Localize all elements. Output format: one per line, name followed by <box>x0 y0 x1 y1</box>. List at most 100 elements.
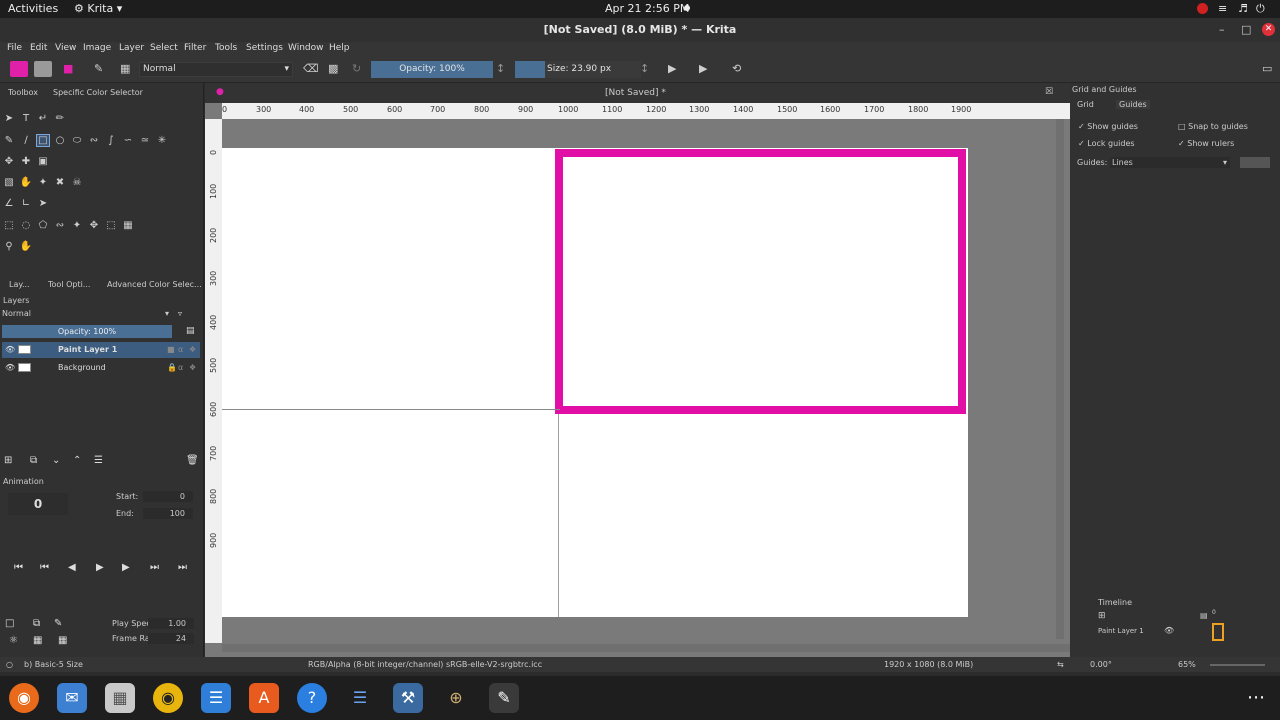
firefox-icon[interactable]: ◉ <box>9 683 39 713</box>
zoom-tool-icon[interactable]: ⚲ <box>2 241 16 252</box>
document-tab-title[interactable]: [Not Saved] * <box>605 88 666 98</box>
current-frame-marker[interactable] <box>1212 623 1224 641</box>
ellipse-select-tool-icon[interactable]: ◌ <box>19 220 33 231</box>
contiguous-select-tool-icon[interactable]: ✦ <box>70 220 84 231</box>
alpha-icon[interactable]: α <box>178 345 183 354</box>
crop-tool-icon[interactable]: ▣ <box>36 156 50 167</box>
polygon-tool-icon[interactable]: ⬭ <box>70 135 84 146</box>
similar-select-tool-icon[interactable]: ✥ <box>87 220 101 231</box>
layer-blend-select[interactable]: Normal ▾ <box>2 309 172 320</box>
multibrush-tool-icon[interactable]: ✳ <box>155 135 169 146</box>
lock-guides-checkbox[interactable]: ✓ Lock guides <box>1078 139 1135 148</box>
current-brush[interactable]: b) Basic-5 Size <box>24 660 83 669</box>
freehand-brush-tool-icon[interactable]: ✎ <box>2 135 16 146</box>
brush-preset-icon[interactable]: ✎ <box>94 62 103 75</box>
color-space[interactable]: RGB/Alpha (8-bit integer/channel) sRGB-e… <box>308 660 542 669</box>
lock-icon[interactable]: 🔒 <box>167 363 177 372</box>
previous-frame-icon[interactable]: ◀ <box>68 562 76 573</box>
show-rulers-checkbox[interactable]: ✓ Show rulers <box>1178 139 1234 148</box>
assistant-tool-icon[interactable]: ∠ <box>2 198 16 209</box>
line-tool-icon[interactable]: ∕ <box>19 135 33 146</box>
record-indicator-icon[interactable] <box>1197 3 1208 14</box>
app-menu[interactable]: ⚙ Krita ▾ <box>74 2 122 15</box>
tab-specific-color-selector[interactable]: Specific Color Selector <box>53 88 143 97</box>
writer-icon[interactable]: ☰ <box>201 683 231 713</box>
rotation-value[interactable]: 0.00° <box>1090 660 1112 669</box>
add-keyframe-icon[interactable]: □ <box>5 618 14 629</box>
timeline-visibility-icon[interactable]: 👁 <box>1164 626 1174 635</box>
clock[interactable]: Apr 21 2:56 PM <box>605 2 689 15</box>
play-icon[interactable]: ▶ <box>96 562 104 573</box>
auto-keyframe-icon[interactable]: ▦ <box>33 635 42 646</box>
polyline-tool-icon[interactable]: ∾ <box>87 135 101 146</box>
calligraphy-tool-icon[interactable]: ✏ <box>53 113 67 124</box>
vertical-guide-line[interactable] <box>558 414 559 617</box>
menu-image[interactable]: Image <box>83 43 111 53</box>
layer-properties-icon[interactable]: ▤ <box>186 326 195 336</box>
magenta-rectangle-shape[interactable] <box>555 149 966 414</box>
menu-file[interactable]: File <box>7 43 22 53</box>
kdenlive-icon[interactable]: ☰ <box>345 683 375 713</box>
layer-opacity-slider[interactable]: Opacity: 100% <box>2 325 172 338</box>
rhythmbox-icon[interactable]: ◉ <box>153 683 183 713</box>
horizontal-scrollbar[interactable] <box>222 644 1070 652</box>
reference-images-tool-icon[interactable]: ➤ <box>36 198 50 209</box>
menu-filter[interactable]: Filter <box>184 43 206 53</box>
move-layer-up-icon[interactable]: ⌃ <box>73 455 81 466</box>
colorize-mask-tool-icon[interactable]: ✦ <box>36 177 50 188</box>
add-layer-icon[interactable]: ⊞ <box>4 455 12 466</box>
tab-layers[interactable]: Lay... <box>9 280 30 289</box>
freehand-path-tool-icon[interactable]: ∽ <box>121 135 135 146</box>
close-document-icon[interactable]: ☒ <box>1045 87 1053 97</box>
start-field[interactable]: 0 <box>143 491 193 502</box>
add-timeline-layer-icon[interactable]: ⊞ <box>1098 611 1106 621</box>
mirror-horizontal-icon[interactable]: ▶ <box>668 62 676 75</box>
maximize-button[interactable]: □ <box>1241 23 1251 36</box>
play-speed-field[interactable]: 1.00 <box>148 618 194 629</box>
last-frame-icon[interactable]: ⏭ <box>178 562 187 573</box>
menu-layer[interactable]: Layer <box>119 43 144 53</box>
copy-keyframe-icon[interactable]: ⧉ <box>33 618 40 629</box>
pan-tool-icon[interactable]: ✋ <box>19 241 33 252</box>
transform-tool-icon[interactable]: ✥ <box>2 156 16 167</box>
inherit-alpha-icon[interactable]: ❖ <box>189 363 196 372</box>
next-frame-icon[interactable]: ▶ <box>122 562 130 573</box>
show-guides-checkbox[interactable]: ✓ Show guides <box>1078 122 1138 131</box>
layer-menu-icon[interactable]: ☰ <box>94 455 103 466</box>
layer-row-paint-layer-1[interactable]: 👁 Paint Layer 1 ■ α ❖ <box>2 342 200 358</box>
visibility-eye-icon[interactable]: 👁 <box>5 363 15 372</box>
menu-select[interactable]: Select <box>150 43 178 53</box>
minimize-button[interactable]: – <box>1219 23 1225 36</box>
color-picker-tool-icon[interactable]: ✋ <box>19 177 33 188</box>
select-shapes-tool-icon[interactable]: ➤ <box>2 113 16 124</box>
brush-editor-icon[interactable]: ▦ <box>120 62 130 75</box>
gradient-tool-icon[interactable]: ▧ <box>2 177 16 188</box>
zoom-slider[interactable] <box>1210 664 1265 666</box>
reload-preset-icon[interactable]: ↻ <box>352 62 361 75</box>
tab-grid[interactable]: Grid <box>1077 100 1094 109</box>
volume-icon[interactable]: ♬ <box>1238 2 1248 15</box>
rect-select-tool-icon[interactable]: ⬚ <box>2 220 16 231</box>
vertical-scrollbar[interactable] <box>1056 119 1064 639</box>
alpha-icon[interactable]: α <box>178 363 183 372</box>
color-swap-icon[interactable]: ■ <box>63 62 73 75</box>
frame-rate-field[interactable]: 24 <box>148 633 194 644</box>
bezier-tool-icon[interactable]: ∫ <box>104 135 118 146</box>
magnetic-select-tool-icon[interactable]: ▦ <box>121 220 135 231</box>
polygon-select-tool-icon[interactable]: ⬠ <box>36 220 50 231</box>
menu-settings[interactable]: Settings <box>246 43 283 53</box>
background-color-swatch[interactable] <box>34 61 52 77</box>
menu-tools[interactable]: Tools <box>215 43 237 53</box>
close-window-button[interactable]: ✕ <box>1262 23 1275 36</box>
crosshair-app-icon[interactable]: ⊕ <box>441 683 471 713</box>
timeline-settings-icon[interactable]: ▤ <box>1200 611 1208 620</box>
document-canvas[interactable] <box>222 148 968 617</box>
freehand-select-tool-icon[interactable]: ∾ <box>53 220 67 231</box>
menu-help[interactable]: Help <box>329 43 350 53</box>
activities-button[interactable]: Activities <box>8 2 58 15</box>
blend-mode-select[interactable]: Normal ▾ <box>139 62 293 77</box>
snap-to-guides-checkbox[interactable]: □ Snap to guides <box>1178 122 1248 131</box>
network-icon[interactable]: ≡ <box>1218 2 1227 15</box>
tab-advanced-color-selector[interactable]: Advanced Color Selec... <box>107 280 202 289</box>
menu-window[interactable]: Window <box>288 43 324 53</box>
